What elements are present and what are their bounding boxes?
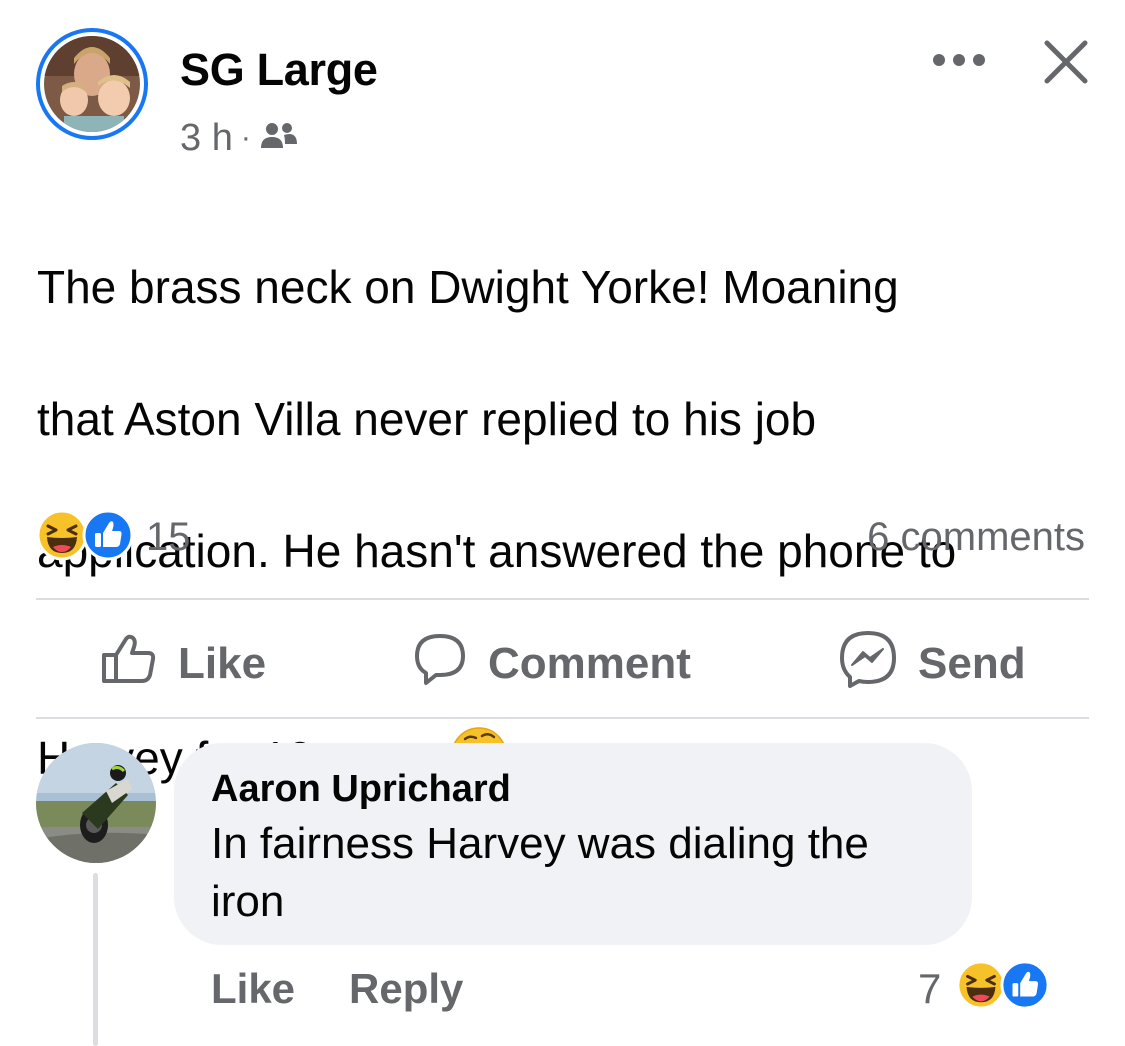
reaction-count[interactable]: 15 (146, 512, 191, 562)
comment-label: Comment (488, 639, 691, 688)
send-button[interactable]: Send (838, 628, 1026, 700)
comment-reply-button[interactable]: Reply (349, 960, 463, 1018)
divider (36, 717, 1089, 719)
messenger-icon (838, 629, 918, 700)
laughing-emoji (36, 509, 88, 566)
comment-reactions[interactable] (956, 959, 1050, 1015)
thread-line (93, 873, 98, 1046)
post-text-line: that Aston Villa never replied to his jo… (37, 393, 817, 445)
comment-text: In fairness Harvey was dialing the iron (211, 819, 869, 926)
close-button[interactable] (1036, 32, 1096, 92)
send-label: Send (918, 639, 1026, 688)
like-icon (1000, 959, 1050, 1015)
like-button[interactable]: Like (100, 628, 266, 700)
ellipsis-icon (933, 54, 985, 66)
friends-icon (259, 117, 299, 160)
speech-bubble-icon (412, 631, 488, 698)
comment-reaction-count[interactable]: 7 (918, 960, 941, 1018)
post-time[interactable]: 3 h (180, 117, 233, 160)
comments-count[interactable]: 6 comments (867, 512, 1085, 562)
post-meta: 3 h · (180, 116, 299, 160)
thumbs-up-icon (100, 633, 178, 696)
close-icon (1044, 40, 1088, 84)
author-avatar-photo (44, 36, 140, 132)
comment-button[interactable]: Comment (412, 628, 691, 700)
commenter-avatar[interactable] (36, 743, 156, 863)
divider (36, 598, 1089, 600)
like-icon (82, 509, 134, 566)
author-avatar[interactable] (36, 28, 148, 140)
meta-separator: · (240, 121, 251, 154)
like-label: Like (178, 639, 267, 688)
more-options-button[interactable] (928, 38, 990, 82)
post-reactions-summary[interactable] (36, 509, 134, 566)
laughing-emoji (956, 959, 1006, 1015)
post-author-name[interactable]: SG Large (180, 44, 378, 96)
post-text-line: The brass neck on Dwight Yorke! Moaning (37, 261, 899, 313)
commenter-name[interactable]: Aaron Uprichard (211, 768, 511, 811)
comment-like-button[interactable]: Like (211, 960, 295, 1018)
